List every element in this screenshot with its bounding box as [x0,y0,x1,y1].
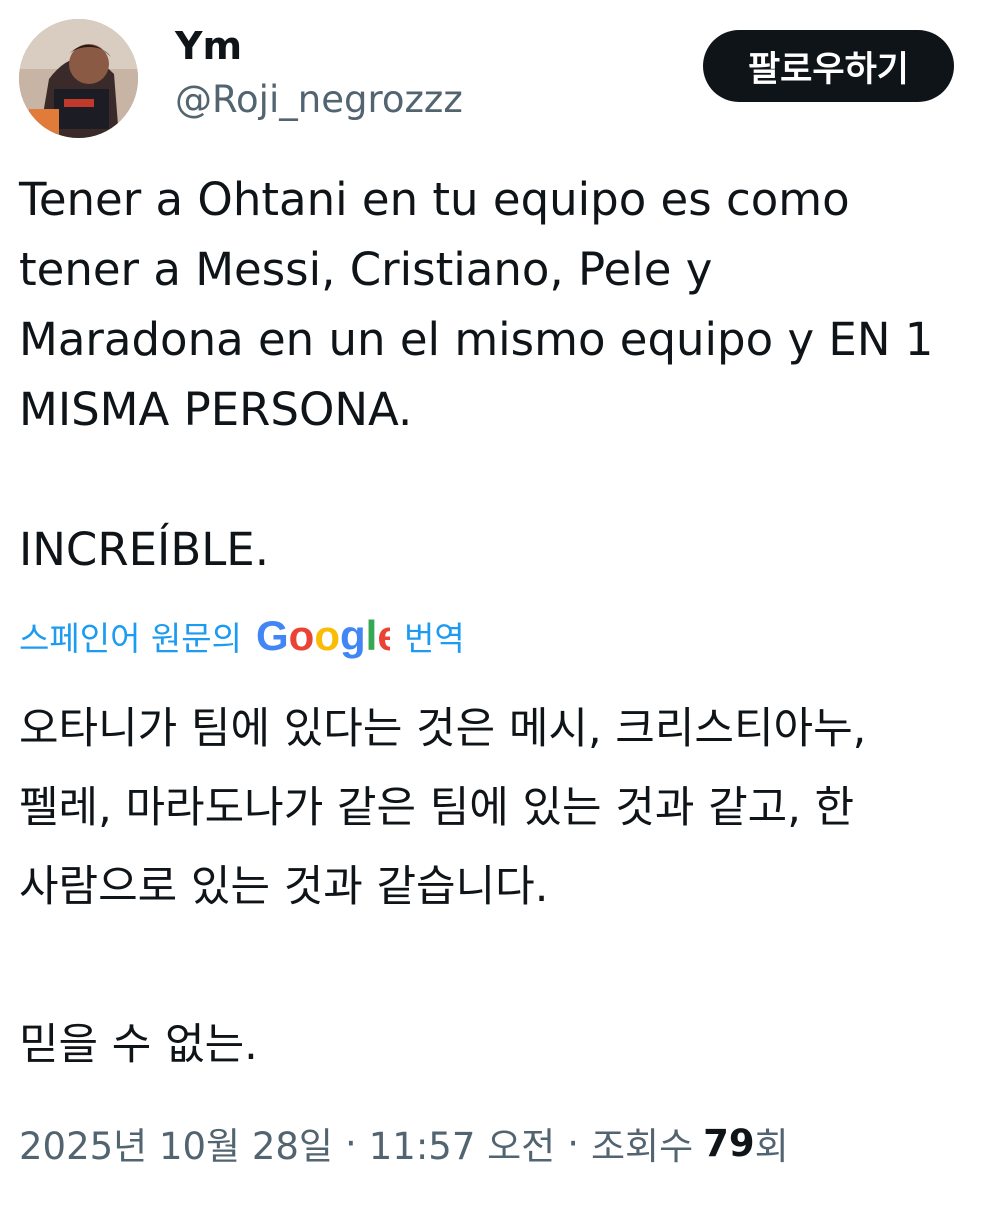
meta-separator: · [344,1121,357,1165]
tweet-meta: 2025년 10월 28일 · 11:57 오전 · 조회수 79 회 [19,1113,789,1173]
tweet-date[interactable]: 2025년 10월 28일 [19,1116,333,1170]
translation-attribution[interactable]: 스페인어 원문의 Google 번역 [19,608,465,664]
avatar[interactable] [19,19,138,138]
svg-text:Google: Google [256,612,390,659]
meta-separator-2: · [567,1121,579,1165]
google-logo-icon: Google [256,612,390,660]
author-handle[interactable]: @Roji_negrozzz [175,76,463,124]
author-display-name[interactable]: Ym [175,22,242,70]
follow-button[interactable]: 팔로우하기 [703,30,954,102]
translation-prefix: 스페인어 원문의 [19,619,243,658]
views-count: 79 [703,1121,755,1165]
translation-suffix: 번역 [404,619,465,658]
views-suffix: 회 [754,1125,789,1168]
translated-text: 오타니가 팀에 있다는 것은 메시, 크리스티아누, 펠레, 마라도나가 같은 … [19,704,867,1070]
tweet-time[interactable]: 11:57 오전 [369,1116,555,1170]
avatar-image [19,19,138,138]
tweet-text: Tener a Ohtani en tu equipo es como tene… [19,173,934,576]
views-label: 조회수 [590,1125,694,1168]
